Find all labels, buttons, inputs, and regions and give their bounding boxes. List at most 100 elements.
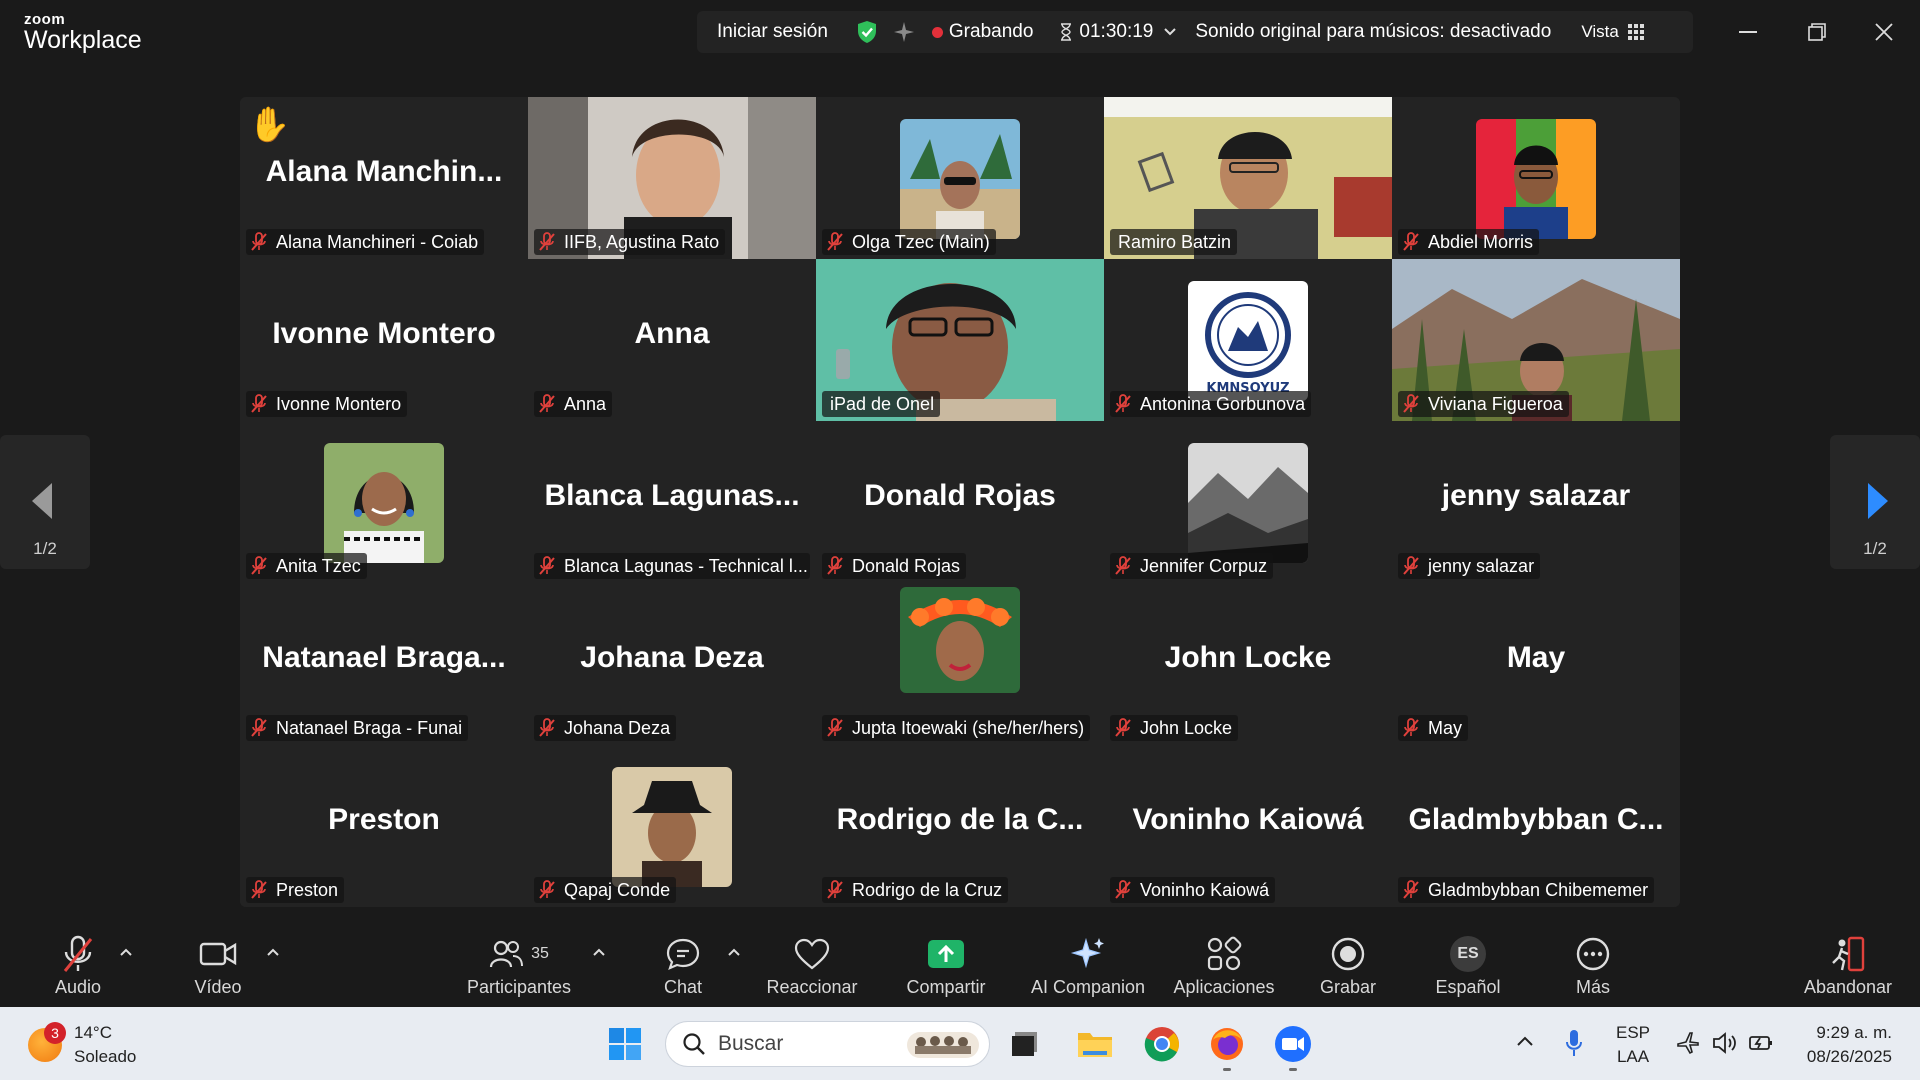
file-explorer-button[interactable] — [1076, 1025, 1114, 1063]
firefox-button[interactable] — [1208, 1025, 1246, 1071]
battery-charging-icon[interactable] — [1748, 1031, 1774, 1055]
apps-button[interactable]: Aplicaciones — [1172, 933, 1276, 1005]
participant-display-name: Alana Manchin... — [265, 155, 503, 188]
participant-tile[interactable]: Gladmbybban C... Gladmbybban Chibememer — [1392, 745, 1680, 907]
taskbar-search-box[interactable]: Buscar — [665, 1021, 990, 1067]
language-label: Español — [1435, 977, 1501, 997]
participant-tile[interactable]: Anita Tzec — [240, 421, 528, 583]
participant-tile[interactable]: Qapaj Conde — [528, 745, 816, 907]
original-sound-toggle[interactable]: Sonido original para músicos: desactivad… — [1195, 21, 1551, 43]
apps-label: Aplicaciones — [1173, 977, 1275, 997]
chat-options-chevron-up-icon[interactable] — [727, 947, 741, 957]
participant-name: Alana Manchineri - Coiab — [276, 231, 479, 252]
participant-tile[interactable]: Jupta Itoewaki (she/her/hers) — [816, 583, 1104, 745]
participant-tile[interactable]: Ivonne Montero Ivonne Montero — [240, 259, 528, 421]
airplane-mode-icon[interactable] — [1676, 1031, 1700, 1055]
react-button[interactable]: Reaccionar — [764, 933, 860, 1005]
task-view-button[interactable] — [1006, 1025, 1044, 1063]
system-clock[interactable]: 9:29 a. m. 08/26/2025 — [1807, 1021, 1892, 1069]
ai-companion-button[interactable]: AI Companion — [1026, 933, 1150, 1005]
participant-tile[interactable]: jenny salazar jenny salazar — [1392, 421, 1680, 583]
previous-page-button[interactable]: 1/2 — [0, 435, 90, 569]
record-button[interactable]: Grabar — [1316, 933, 1380, 1005]
start-button[interactable] — [606, 1025, 644, 1063]
participant-tile[interactable]: Jennifer Corpuz — [1104, 421, 1392, 583]
participant-tile[interactable]: Ramiro Batzin — [1104, 97, 1392, 259]
participant-tile[interactable]: May May — [1392, 583, 1680, 745]
leave-meeting-button[interactable]: Abandonar — [1800, 933, 1896, 1005]
weather-widget[interactable]: 3 14°C Soleado — [28, 1021, 136, 1069]
audio-options-chevron-up-icon[interactable] — [119, 947, 133, 957]
ai-companion-label: AI Companion — [1030, 977, 1146, 997]
more-button[interactable]: Más — [1566, 933, 1620, 1005]
chat-button[interactable]: Chat — [658, 933, 708, 1005]
minimize-button[interactable] — [1728, 14, 1768, 50]
zoom-taskbar-button[interactable] — [1274, 1025, 1312, 1071]
participant-tile[interactable]: Rodrigo de la C... Rodrigo de la Cruz — [816, 745, 1104, 907]
mic-muted-icon — [539, 394, 555, 413]
participant-name: Voninho Kaiowá — [1140, 879, 1270, 900]
chrome-button[interactable] — [1143, 1025, 1181, 1063]
participant-tile[interactable]: Voninho Kaiowá Voninho Kaiowá — [1104, 745, 1392, 907]
participants-options-chevron-up-icon[interactable] — [592, 947, 606, 957]
restore-button[interactable] — [1797, 14, 1837, 50]
audio-button[interactable]: Audio — [46, 933, 110, 1005]
share-screen-button[interactable]: Compartir — [900, 933, 992, 1005]
participant-tile[interactable]: KMNSOYUZ Antonina Gorbunova — [1104, 259, 1392, 421]
participant-name-label: Voninho Kaiowá — [1110, 877, 1276, 903]
mic-muted-icon — [827, 232, 843, 251]
chevron-up-icon[interactable] — [1516, 1035, 1534, 1047]
participant-tile[interactable]: Preston Preston — [240, 745, 528, 907]
mic-muted-icon — [1403, 556, 1419, 575]
speaker-volume-icon[interactable] — [1712, 1031, 1738, 1055]
recording-status[interactable]: Grabando — [949, 21, 1034, 43]
gallery-view: ✋ Alana Manchin... Alana Manchineri - Co… — [240, 97, 1680, 907]
participant-tile[interactable]: Natanael Braga... Natanael Braga - Funai — [240, 583, 528, 745]
participants-button[interactable]: 35 Participantes — [462, 933, 576, 1005]
participant-tile[interactable]: Blanca Lagunas... Blanca Lagunas - Techn… — [528, 421, 816, 583]
video-button[interactable]: Vídeo — [186, 933, 250, 1005]
signin-button[interactable]: Iniciar sesión — [717, 21, 828, 43]
participant-tile[interactable]: Viviana Figueroa — [1392, 259, 1680, 421]
participant-name: Qapaj Conde — [564, 879, 671, 900]
participant-tile[interactable]: Abdiel Morris — [1392, 97, 1680, 259]
participant-tile[interactable]: IIFB, Agustina Rato — [528, 97, 816, 259]
react-label: Reaccionar — [766, 977, 858, 997]
windows-logo-icon — [609, 1028, 641, 1060]
ai-sparkle-icon[interactable] — [892, 20, 916, 44]
active-speaker-tile[interactable]: iPad de Onel — [816, 259, 1104, 421]
participant-display-name: Anna — [634, 317, 710, 350]
participant-tile[interactable]: ✋ Alana Manchin... Alana Manchineri - Co… — [240, 97, 528, 259]
participant-name: Natanael Braga - Funai — [276, 717, 463, 738]
view-button[interactable]: Vista — [1581, 22, 1619, 42]
video-options-chevron-up-icon[interactable] — [266, 947, 280, 957]
input-language-indicator[interactable]: ESP LAA — [1616, 1021, 1650, 1069]
chevron-down-icon[interactable] — [1163, 27, 1177, 37]
participant-tile[interactable]: Olga Tzec (Main) — [816, 97, 1104, 259]
leave-label: Abandonar — [1803, 977, 1893, 997]
participant-name-label: Johana Deza — [534, 715, 677, 741]
participant-tile[interactable]: John Locke John Locke — [1104, 583, 1392, 745]
chat-bubble-icon — [666, 938, 700, 970]
language-interpretation-button[interactable]: ES Español — [1430, 933, 1506, 1005]
sun-weather-icon: 3 — [28, 1022, 66, 1062]
next-page-button[interactable]: 1/2 — [1830, 435, 1920, 569]
grid-view-icon[interactable] — [1627, 23, 1645, 41]
close-window-button[interactable] — [1864, 14, 1904, 50]
mic-muted-icon — [539, 556, 555, 575]
title-bar: zoom Workplace Iniciar sesión Grabando 0… — [0, 0, 1920, 67]
participants-label: Participantes — [466, 977, 572, 997]
microphone-icon[interactable] — [1565, 1029, 1583, 1057]
security-shield-icon[interactable] — [856, 20, 878, 44]
participant-avatar — [900, 119, 1020, 239]
participant-name: Anita Tzec — [276, 555, 361, 576]
folder-icon — [1078, 1033, 1112, 1057]
mic-muted-icon — [539, 880, 555, 899]
meeting-stage: 1/2 1/2 ✋ Alana Manchin... Alana Manchin… — [0, 67, 1920, 925]
participant-name: Donald Rojas — [852, 555, 961, 576]
participant-tile[interactable]: Johana Deza Johana Deza — [528, 583, 816, 745]
participant-tile[interactable]: Donald Rojas Donald Rojas — [816, 421, 1104, 583]
participant-name-label: Ivonne Montero — [246, 391, 408, 417]
participant-display-name: May — [1506, 641, 1566, 674]
participant-tile[interactable]: Anna Anna — [528, 259, 816, 421]
